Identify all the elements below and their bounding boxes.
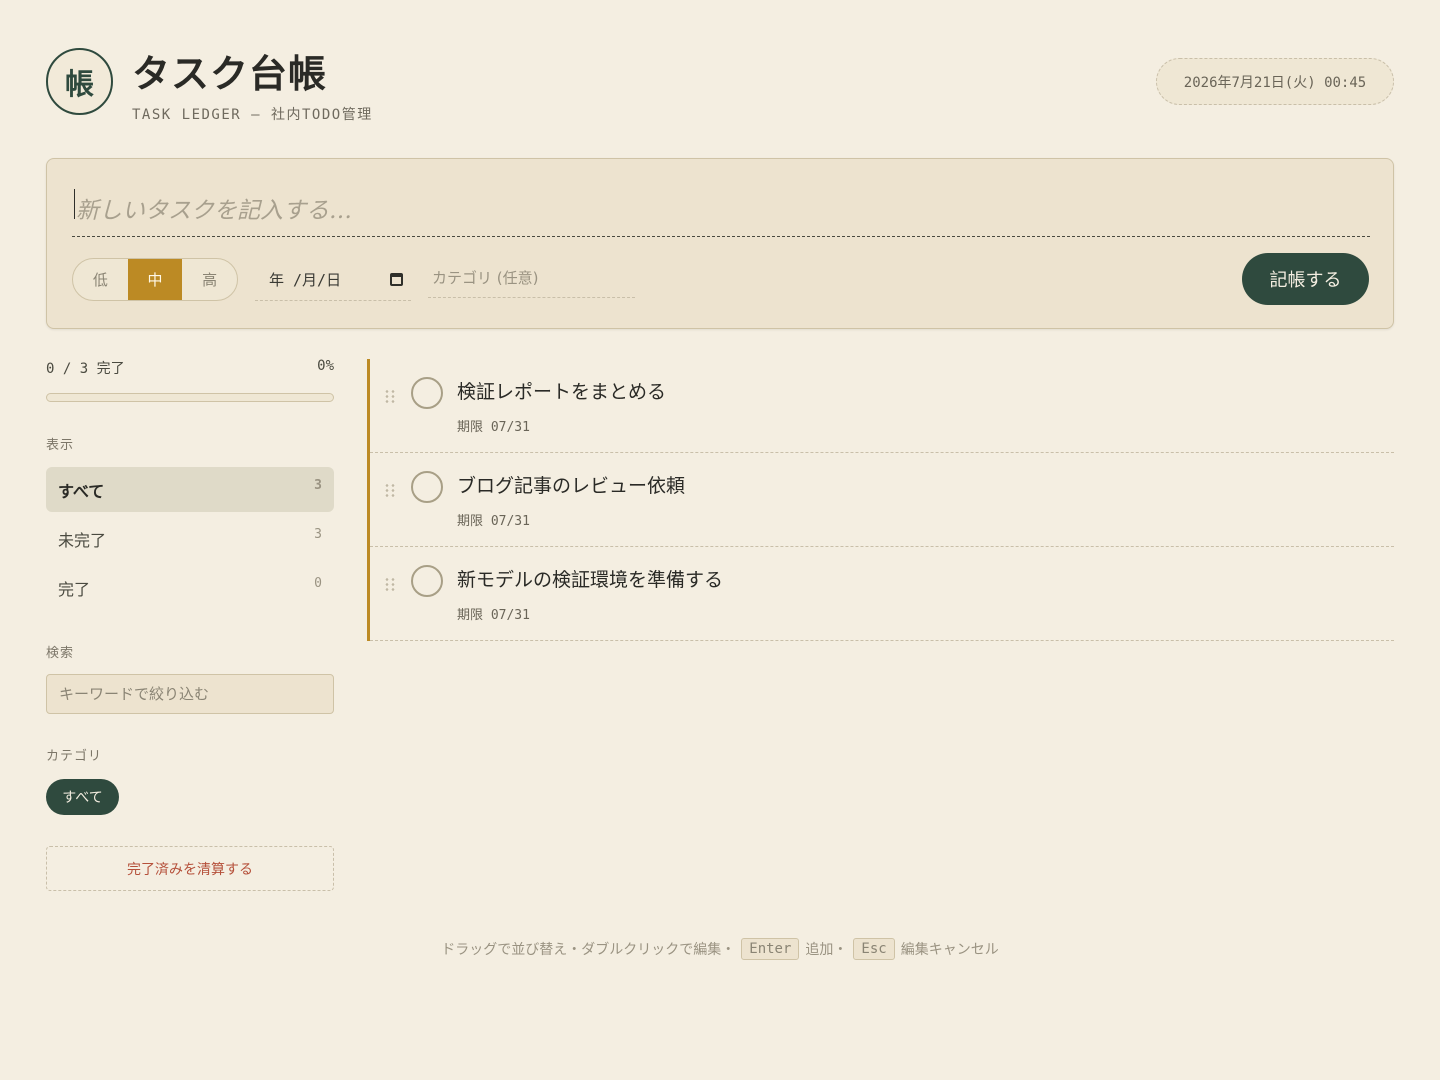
app-subtitle: TASK LEDGER — 社内TODO管理: [132, 107, 373, 123]
filter-label: すべて: [58, 481, 105, 501]
app-header: 帳 タスク台帳 TASK LEDGER — 社内TODO管理 2026年7月21…: [46, 47, 1394, 127]
category-chip-all[interactable]: すべて: [46, 779, 119, 815]
progress-summary: 0 / 3 完了 0%: [46, 358, 334, 382]
filter-incomplete[interactable]: 未完了 3: [46, 516, 334, 561]
filter-list: すべて 3 未完了 3 完了 0: [46, 467, 334, 614]
text-caret: [74, 189, 75, 219]
task-checkbox[interactable]: [411, 471, 443, 503]
view-section-label: 表示: [46, 438, 75, 453]
datetime-badge: 2026年7月21日(火) 00:45: [1156, 58, 1394, 105]
task-item[interactable]: 新モデルの検証環境を準備する 期限 07/31: [370, 547, 1394, 641]
date-placeholder: 年 /月/日: [269, 270, 342, 289]
filter-label: 完了: [58, 579, 91, 599]
task-list: 検証レポートをまとめる 期限 07/31 ブログ記事のレビュー依頼 期限 07/…: [367, 359, 1394, 641]
esc-key-action: 編集キャンセル: [900, 942, 999, 958]
priority-selector: 低 中 高: [72, 258, 238, 301]
progress-count: 0 / 3 完了: [46, 361, 125, 377]
filter-count: 3: [314, 478, 322, 493]
task-title: ブログ記事のレビュー依頼: [457, 475, 686, 497]
drag-handle-icon[interactable]: [384, 577, 396, 591]
drag-handle-icon[interactable]: [384, 389, 396, 403]
priority-high[interactable]: 高: [182, 259, 237, 300]
search-input[interactable]: [46, 674, 334, 714]
task-entry-panel: 低 中 高 年 /月/日 記帳する: [46, 158, 1394, 329]
filter-label: 未完了: [58, 530, 107, 550]
category-input[interactable]: [428, 258, 635, 298]
clear-completed-button[interactable]: 完了済みを清算する: [46, 846, 334, 891]
filter-all[interactable]: すべて 3: [46, 467, 334, 512]
task-item[interactable]: 検証レポートをまとめる 期限 07/31: [370, 359, 1394, 453]
category-section-label: カテゴリ: [46, 749, 103, 764]
task-title: 新モデルの検証環境を準備する: [457, 569, 724, 591]
esc-key-badge: Esc: [853, 938, 895, 960]
app-title: タスク台帳: [132, 51, 328, 96]
progress-bar: [46, 393, 334, 402]
submit-task-button[interactable]: 記帳する: [1242, 253, 1369, 305]
task-title: 検証レポートをまとめる: [457, 381, 667, 403]
footer-hints: ドラッグで並び替え・ダブルクリックで編集・ Enter 追加・ Esc 編集キャ…: [0, 938, 1440, 960]
priority-low[interactable]: 低: [73, 259, 128, 300]
search-section-label: 検索: [46, 646, 75, 661]
task-due-date: 期限 07/31: [457, 420, 530, 435]
app-logo-seal: 帳: [46, 48, 113, 115]
task-item[interactable]: ブログ記事のレビュー依頼 期限 07/31: [370, 453, 1394, 547]
task-due-date: 期限 07/31: [457, 514, 530, 529]
task-input[interactable]: [72, 185, 1370, 237]
enter-key-action: 追加・: [805, 942, 848, 958]
filter-count: 0: [314, 576, 322, 591]
filter-count: 3: [314, 527, 322, 542]
calendar-icon[interactable]: [390, 273, 403, 286]
filter-completed[interactable]: 完了 0: [46, 565, 334, 610]
enter-key-badge: Enter: [741, 938, 800, 960]
task-due-date: 期限 07/31: [457, 608, 530, 623]
drag-handle-icon[interactable]: [384, 483, 396, 497]
task-checkbox[interactable]: [411, 377, 443, 409]
footer-hint-text: ドラッグで並び替え・ダブルクリックで編集・: [441, 942, 736, 958]
priority-medium[interactable]: 中: [127, 259, 183, 300]
sidebar: 0 / 3 完了 0% 表示 すべて 3 未完了 3 完了 0 検索 カテゴリ …: [46, 358, 334, 891]
task-checkbox[interactable]: [411, 565, 443, 597]
progress-percent: 0%: [317, 358, 334, 374]
due-date-input[interactable]: 年 /月/日: [255, 258, 411, 301]
